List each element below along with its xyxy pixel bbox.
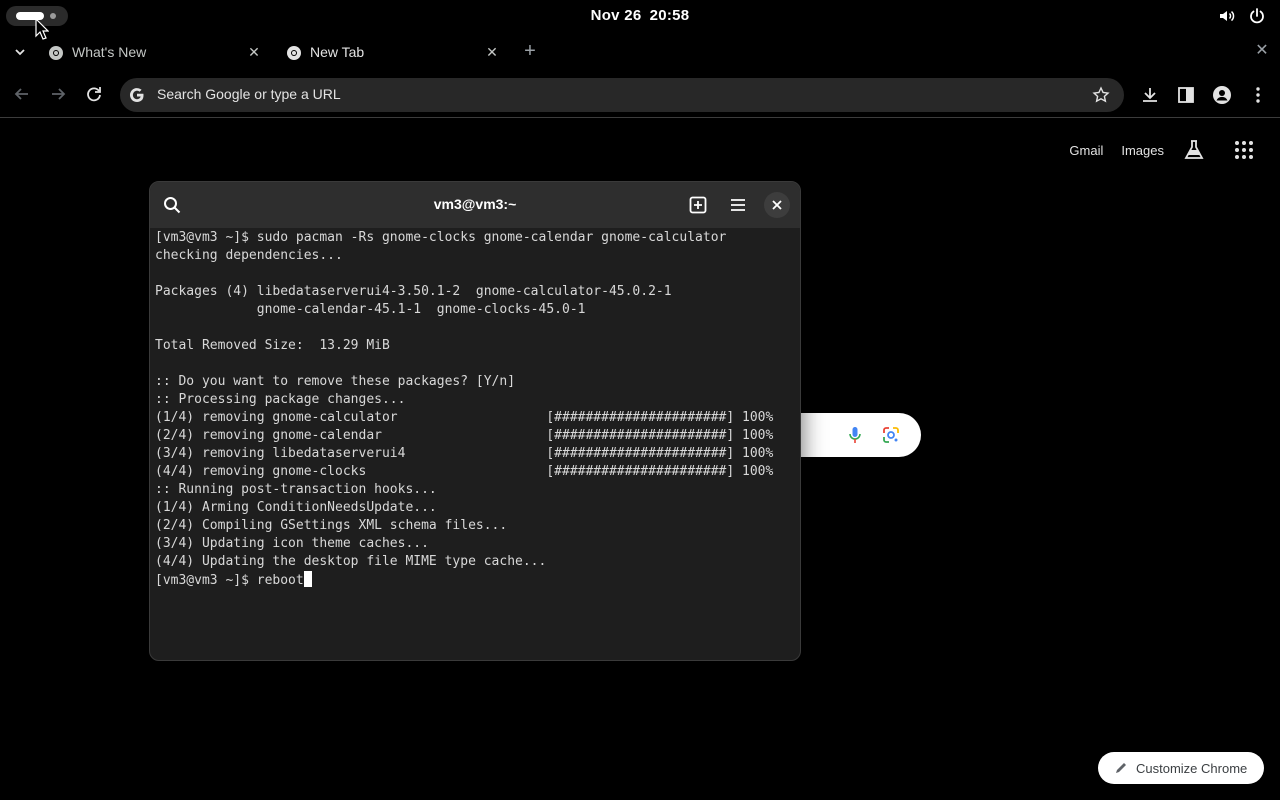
close-icon [772,200,782,210]
images-link[interactable]: Images [1121,143,1164,158]
terminal-line: gnome-calendar-45.1-1 gnome-clocks-45.0-… [155,302,586,317]
gmail-link[interactable]: Gmail [1069,143,1103,158]
new-tab-plus-icon[interactable]: + [520,41,540,61]
terminal-line: :: Processing package changes... [155,392,406,407]
tab-close-icon[interactable]: ✕ [246,44,262,60]
terminal-line: (4/4) Updating the desktop file MIME typ… [155,554,547,569]
tab-title: What's New [72,44,147,60]
customize-chrome-label: Customize Chrome [1136,760,1248,776]
volume-icon [1220,10,1235,22]
tab-new-tab[interactable]: New Tab ✕ [278,36,508,68]
terminal-line: :: Running post-transaction hooks... [155,482,437,497]
terminal-close-button[interactable] [764,192,790,218]
tab-strip: What's New ✕ New Tab ✕ + ✕ [0,32,1280,72]
side-panel-icon[interactable] [1176,85,1196,105]
tab-title: New Tab [310,44,365,60]
power-icon [1250,8,1264,24]
google-apps-grid-icon[interactable] [1232,138,1256,162]
download-icon[interactable] [1140,85,1160,105]
pencil-icon [1116,763,1126,773]
terminal-line: Total Removed Size: 13.29 MiB [155,338,390,353]
customize-chrome-button[interactable]: Customize Chrome [1098,752,1264,784]
window-close-icon[interactable]: ✕ [1254,42,1270,60]
terminal-line: Packages (4) libedataserverui4-3.50.1-2 … [155,284,672,299]
omnibox[interactable]: Search Google or type a URL [120,78,1124,112]
terminal-line: checking dependencies... [155,248,343,263]
kebab-menu-icon[interactable] [1248,85,1268,105]
bookmark-star-icon[interactable] [1092,86,1110,104]
clock-date: Nov 26 [590,7,642,24]
chrome-favicon-icon [49,46,63,60]
terminal-cursor [303,571,312,587]
clock-time: 20:58 [649,7,690,24]
terminal-line: (3/4) removing libedataserverui4 [######… [155,446,774,461]
terminal-window[interactable]: vm3@vm3:~ [vm3@vm3 ~]$ sudo pacman -Rs g… [149,181,801,661]
terminal-line: (1/4) removing gnome-calculator [#######… [155,410,774,425]
microphone-icon[interactable] [845,425,865,445]
terminal-line: (1/4) Arming ConditionNeedsUpdate... [155,500,437,515]
terminal-line: (2/4) Compiling GSettings XML schema fil… [155,518,508,533]
gnome-top-bar: Nov 26 20:58 [0,0,1280,32]
google-lens-icon[interactable] [881,425,901,445]
terminal-line: (2/4) removing gnome-calendar [#########… [155,428,774,443]
hamburger-menu-icon[interactable] [728,195,748,215]
profile-icon[interactable] [1212,85,1232,105]
reload-icon[interactable] [83,83,105,105]
terminal-current-input[interactable]: reboot [257,573,304,588]
omnibox-placeholder: Search Google or type a URL [157,86,341,102]
system-menu[interactable] [1218,7,1266,25]
tab-search-chevron-icon[interactable] [10,43,30,61]
clock[interactable]: Nov 26 20:58 [0,7,1280,24]
ntp-search-box[interactable] [780,413,921,457]
terminal-output[interactable]: [vm3@vm3 ~]$ sudo pacman -Rs gnome-clock… [155,229,796,660]
chrome-favicon-icon [287,46,301,60]
tab-close-icon[interactable]: ✕ [484,44,500,60]
terminal-line: [vm3@vm3 ~]$ sudo pacman -Rs gnome-clock… [155,230,727,245]
terminal-prompt-line[interactable]: [vm3@vm3 ~]$ reboot [155,571,796,589]
labs-flask-icon[interactable] [1182,138,1206,162]
terminal-line: (4/4) removing gnome-clocks [###########… [155,464,774,479]
back-arrow-icon[interactable] [11,83,33,105]
google-g-icon [130,88,144,102]
terminal-line: (3/4) Updating icon theme caches... [155,536,429,551]
ntp-top-links: Gmail Images [1069,138,1256,162]
mouse-pointer-icon [35,18,49,40]
forward-arrow-icon[interactable] [47,83,69,105]
terminal-prompt: [vm3@vm3 ~]$ [155,573,257,588]
terminal-header-bar[interactable]: vm3@vm3:~ [150,182,800,228]
browser-toolbar: Search Google or type a URL [0,72,1280,118]
new-terminal-tab-icon[interactable] [688,195,708,215]
terminal-line: :: Do you want to remove these packages?… [155,374,516,389]
tab-whats-new[interactable]: What's New ✕ [40,36,270,68]
